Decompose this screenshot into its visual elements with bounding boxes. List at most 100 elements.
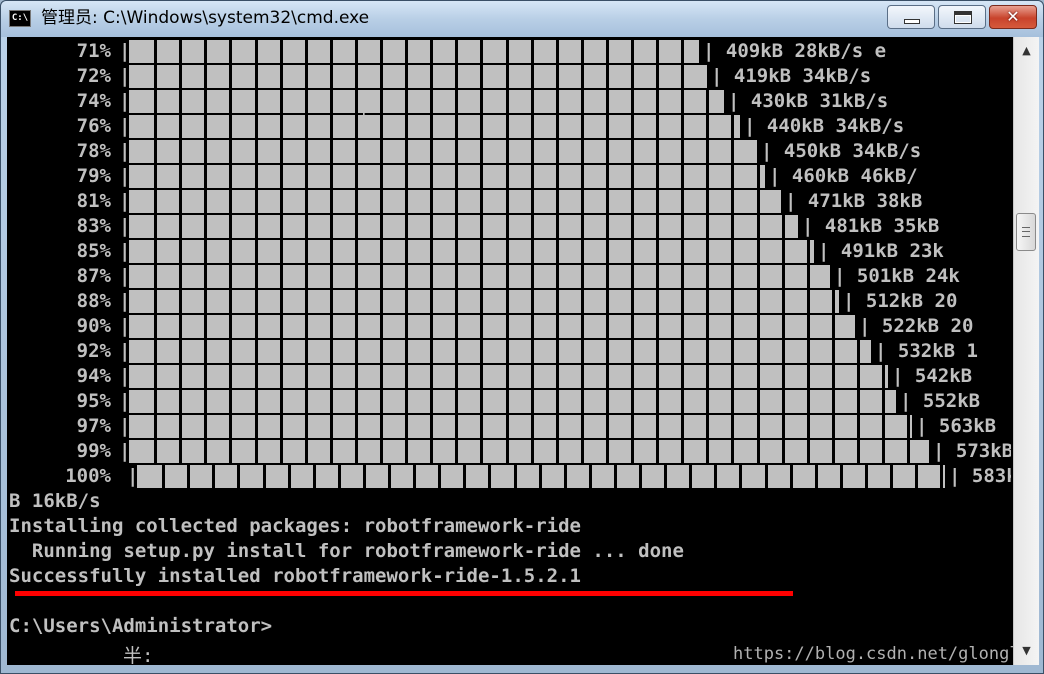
progress-bar-segment-divider (506, 215, 509, 238)
progress-bar-segment-divider (255, 265, 258, 288)
progress-bar-segment-divider (405, 290, 408, 313)
progress-bar (129, 214, 798, 239)
progress-bar-segment-divider (204, 190, 207, 213)
scrollbar-thumb[interactable] (1016, 213, 1036, 251)
progress-bar-segment-divider (757, 415, 760, 438)
progress-bar-segment-divider (229, 315, 232, 338)
progress-bar-segment-divider (606, 90, 609, 113)
progress-bar-segment-divider (631, 440, 634, 463)
progress-bar-segment-divider (280, 40, 283, 63)
progress-bar-segment-divider (706, 240, 709, 263)
progress-bar-segment-divider (832, 290, 835, 313)
progress-bar-segment-divider (204, 40, 207, 63)
progress-bar-segment-divider (255, 340, 258, 363)
progress-bar-segment-divider (506, 65, 509, 88)
progress-bar-segment-divider (606, 215, 609, 238)
progress-line: 90% | | 522kB 20 (9, 314, 1009, 339)
progress-bar-segment-divider (689, 465, 692, 488)
progress-bar-segment-divider (405, 340, 408, 363)
progress-bar (129, 139, 757, 164)
progress-bar-segment-divider (832, 315, 835, 338)
console-output[interactable]: 71% | | 409kB 28kB/s e 72% | | 419kB 34kB/s 74… (7, 37, 1013, 665)
progress-bar-segment-divider (581, 90, 584, 113)
progress-bar-segment-divider (506, 240, 509, 263)
progress-bar-segment-divider (506, 115, 509, 138)
progress-line: 92% | | 532kB 1 (9, 339, 1009, 364)
scroll-up-icon[interactable]: ▲ (1016, 41, 1037, 60)
progress-bar-segment-divider (556, 115, 559, 138)
progress-bar-segment-divider (229, 340, 232, 363)
progress-bar-segment-divider (506, 90, 509, 113)
progress-bar-segment-divider (355, 390, 358, 413)
progress-bar-segment-divider (305, 215, 308, 238)
progress-bar-segment-divider (480, 340, 483, 363)
progress-bar-segment-divider (739, 465, 742, 488)
progress-bar-segment-divider (757, 240, 760, 263)
progress-bar-segment-divider (179, 90, 182, 113)
progress-bar-segment-divider (204, 315, 207, 338)
progress-bar-segment-divider (857, 440, 860, 463)
progress-bar-segment-divider (807, 265, 810, 288)
progress-bar-segment-divider (556, 290, 559, 313)
progress-bar-segment-divider (255, 190, 258, 213)
progress-line: 94% | | 542kB (9, 364, 1009, 389)
progress-bar-segment-divider (631, 365, 634, 388)
progress-bar-segment-divider (413, 465, 416, 488)
progress-bar-segment-divider (581, 315, 584, 338)
progress-bar-segment-divider (330, 315, 333, 338)
progress-bar-segment-divider (255, 115, 258, 138)
title-bar[interactable]: C:\ 管理员: C:\Windows\system32\cmd.exe ✕ (1, 1, 1043, 37)
progress-bar (129, 289, 839, 314)
close-button[interactable]: ✕ (989, 5, 1037, 29)
progress-bar-segment-divider (355, 440, 358, 463)
progress-bar-segment-divider (606, 65, 609, 88)
progress-bar-segment-divider (330, 190, 333, 213)
progress-bar-segment-divider (656, 140, 659, 163)
progress-bar-segment-divider (255, 65, 258, 88)
progress-bar-fill (129, 115, 740, 138)
progress-line: 71% | | 409kB 28kB/s e (9, 39, 1009, 64)
close-icon: ✕ (1006, 7, 1020, 26)
progress-bar-segment-divider (581, 190, 584, 213)
maximize-button[interactable] (938, 5, 986, 29)
minimize-button[interactable] (887, 5, 935, 29)
scroll-down-icon[interactable]: ▼ (1016, 641, 1037, 660)
cmd-icon[interactable]: C:\ (9, 10, 31, 27)
progress-bar-segment-divider (305, 265, 308, 288)
progress-bar-segment-divider (154, 390, 157, 413)
progress-bar-segment-divider (455, 65, 458, 88)
progress-rate: | 532kB 1 (875, 340, 978, 362)
progress-bar-segment-divider (531, 115, 534, 138)
progress-bar-segment-divider (706, 265, 709, 288)
progress-rate: | 512kB 20 (843, 290, 958, 312)
progress-bar-segment-divider (857, 390, 860, 413)
vertical-scrollbar[interactable]: ▲ ▼ (1013, 37, 1039, 665)
progress-bar-segment-divider (229, 65, 232, 88)
progress-bar-segment-divider (179, 290, 182, 313)
progress-bar-segment-divider (506, 165, 509, 188)
progress-bar-segment-divider (631, 140, 634, 163)
progress-bar-left-edge: | (119, 165, 131, 187)
progress-bar-segment-divider (212, 465, 215, 488)
progress-bar-segment-divider (581, 215, 584, 238)
progress-bar-segment-divider (363, 465, 366, 488)
progress-bar-segment-divider (405, 240, 408, 263)
progress-bar-segment-divider (330, 265, 333, 288)
progress-bar-segment-divider (430, 290, 433, 313)
output-line[interactable]: C:\Users\Administrator> (9, 614, 272, 639)
progress-bar-segment-divider (204, 165, 207, 188)
progress-bar-segment-divider (782, 340, 785, 363)
progress-bar-segment-divider (606, 340, 609, 363)
progress-bar-segment-divider (305, 240, 308, 263)
progress-rate: | 409kB 28kB/s e (703, 40, 887, 62)
progress-bar-segment-divider (480, 415, 483, 438)
progress-bar-left-edge: | (119, 265, 131, 287)
progress-bar-segment-divider (706, 190, 709, 213)
progress-line: 81% | | 471kB 38kB (9, 189, 1009, 214)
progress-percent: 74% (76, 90, 111, 112)
progress-bar-segment-divider (556, 415, 559, 438)
progress-bar-segment-divider (305, 115, 308, 138)
progress-bar-segment-divider (807, 440, 810, 463)
progress-bar-segment-divider (832, 365, 835, 388)
progress-bar-segment-divider (405, 315, 408, 338)
